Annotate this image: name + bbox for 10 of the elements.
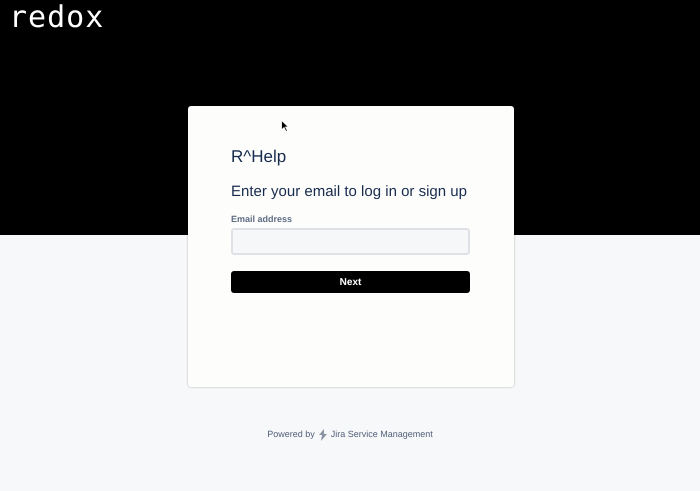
email-field[interactable] [231, 228, 470, 255]
logo: redox [9, 0, 104, 35]
heading: Enter your email to log in or sign up [231, 182, 468, 202]
cursor-icon [281, 120, 289, 132]
site-title: R^Help [231, 146, 288, 168]
product-name: Jira Service Management [330, 428, 433, 441]
next-button[interactable]: Next [231, 271, 470, 293]
email-label: Email address [231, 213, 294, 225]
powered-by-text: Powered by [267, 428, 315, 441]
lightning-icon [318, 428, 328, 441]
